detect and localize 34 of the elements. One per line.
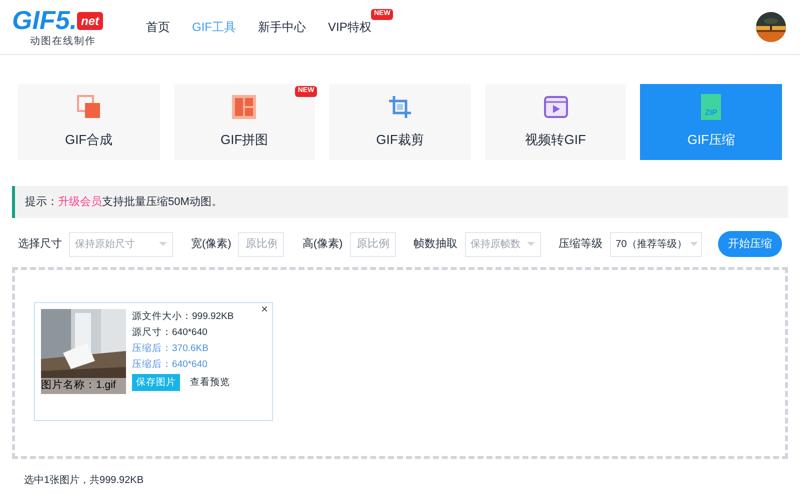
nav-link[interactable]: 首页 (146, 20, 170, 34)
preview-link[interactable]: 查看预览 (190, 374, 230, 390)
grid-icon (231, 94, 258, 120)
input-field[interactable]: 原比例 (238, 232, 284, 256)
field-label: 帧数抽取 (414, 236, 458, 252)
zip-file-icon: ZIP (701, 94, 722, 120)
file-name: 图片名称：1.gif (41, 378, 126, 394)
file-detail: 源尺寸：640*640 (132, 326, 208, 340)
file-detail: 压缩后：370.6KB (132, 342, 210, 356)
close-button[interactable]: × (260, 301, 268, 317)
logo-text: GIF5. (12, 6, 78, 34)
input-field[interactable]: 原比例 (350, 232, 396, 256)
notice-text: 提示：升级会员支持批量压缩50M动图。 (25, 194, 222, 210)
overlapping-squares-icon (76, 94, 102, 120)
field-label: 高(像素) (302, 236, 343, 252)
caret-icon (159, 242, 167, 246)
tool-card[interactable]: 视频转GIF (484, 84, 626, 160)
field-label: 选择尺寸 (18, 236, 62, 252)
field-label: 压缩等级 (558, 236, 603, 252)
caret-icon (690, 242, 698, 246)
logo-badge: net (77, 12, 104, 30)
nav-link[interactable]: 新手中心 (258, 20, 306, 34)
dropdown[interactable]: 70（推荐等级） (610, 232, 702, 256)
logo-tagline: 动图在线制作 (29, 34, 97, 48)
tool-card[interactable]: GIF合成 (18, 84, 160, 160)
status-text: 选中1张图片，共999.92KB (24, 474, 144, 488)
file-detail: 源文件大小：999.92KB (132, 310, 234, 324)
nav-link[interactable]: VIP特权 (328, 20, 372, 34)
crop-icon (386, 94, 413, 120)
field-label: 宽(像素) (191, 236, 232, 252)
caret-icon (526, 242, 535, 246)
tool-card[interactable]: GIF裁剪 (329, 84, 471, 160)
video-icon (542, 94, 569, 120)
file-detail: 压缩后：640*640 (132, 358, 208, 372)
